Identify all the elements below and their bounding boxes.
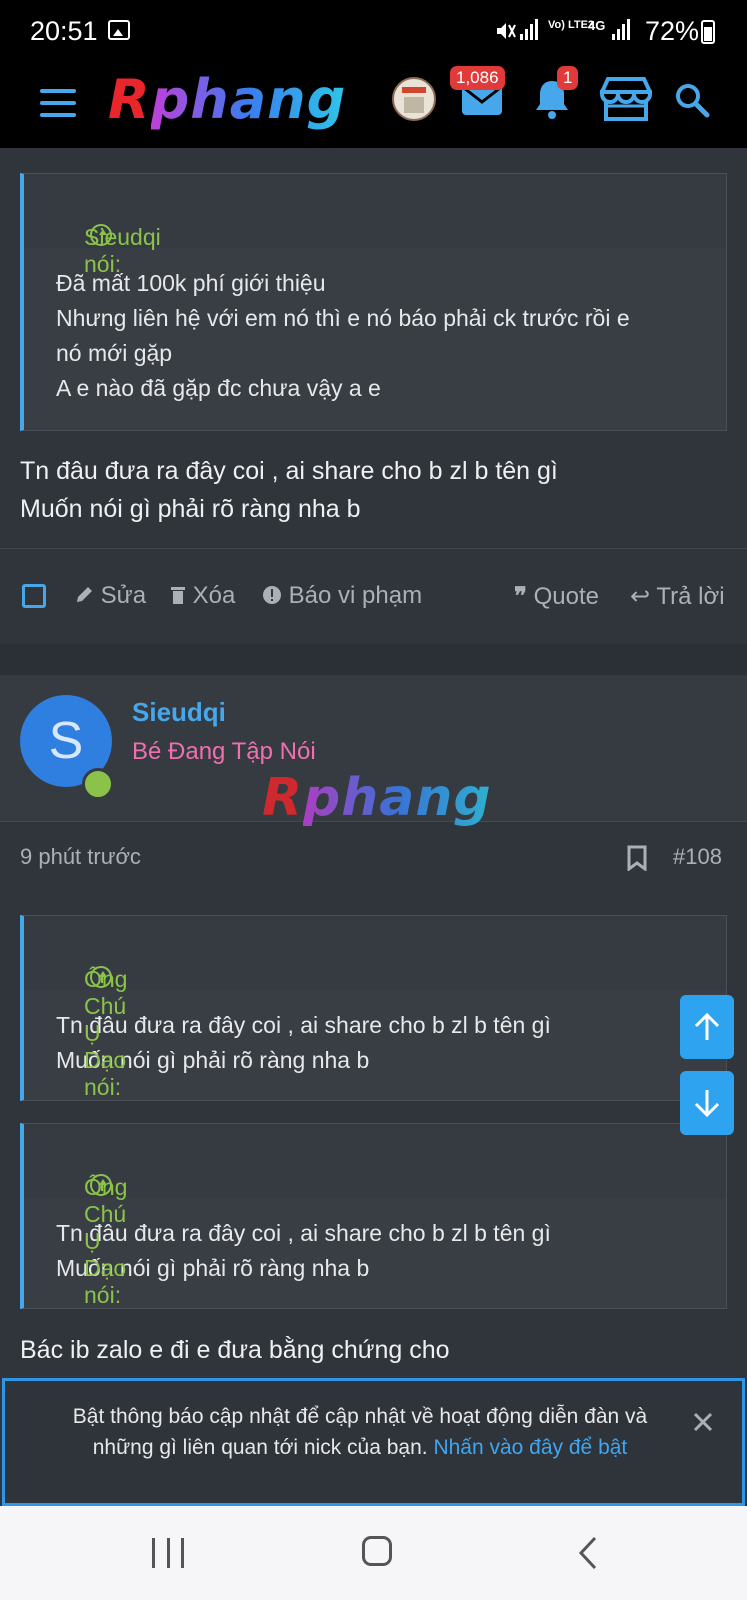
battery-percent: 72% [645,16,700,46]
post-body-1: Tn đâu đưa ra đây coi , ai share cho b z… [20,457,558,523]
post-number[interactable]: #108 [673,844,722,870]
recent-apps-icon[interactable] [152,1538,184,1568]
quote-line: Tn đâu đưa ra đây coi , ai share cho b z… [56,1220,551,1246]
enable-notifications-link[interactable]: Nhấn vào đây để bật [433,1436,627,1459]
post-time[interactable]: 9 phút trước [20,844,141,870]
quote-line: Tn đâu đưa ra đây coi , ai share cho b z… [56,1012,551,1038]
arrow-up-icon [694,1012,720,1040]
user-avatar[interactable] [392,77,436,121]
push-notification-banner: Bật thông báo cập nhật để cập nhật về ho… [2,1378,745,1506]
arrow-down-icon [694,1090,720,1118]
online-status-icon [82,768,114,800]
quote-line: nó mới gặp [56,340,173,366]
scroll-bottom-button[interactable] [680,1071,734,1135]
quote-block-3: Ông Chú Ụ Dạo nói: Tn đâu đưa ra đây coi… [20,1123,727,1309]
status-bar: 20:51 Vo) LTE2 4G 72% [0,0,747,64]
pencil-icon [77,587,92,602]
report-button[interactable]: Báo vi phạm [262,582,422,610]
home-icon[interactable] [362,1536,392,1566]
quote-line: Muốn nói gì phải rõ ràng nha b [56,1255,370,1281]
quote-block-2: Ông Chú Ụ Dạo nói: Tn đâu đưa ra đây coi… [20,915,727,1101]
alerts-badge: 1 [557,66,579,90]
close-icon[interactable] [692,1411,714,1433]
jump-up-icon [90,1174,112,1196]
back-icon[interactable] [578,1536,598,1570]
search-icon[interactable] [674,82,710,118]
scroll-top-button[interactable] [680,995,734,1059]
user-title: Bé Đang Tập Nói [132,738,316,765]
site-logo[interactable]: Rphang [108,68,346,131]
signal-1-icon [520,18,538,40]
quote-icon: ❞ [514,583,527,610]
messages-badge: 1,086 [450,66,505,90]
post-body-2: Bác ib zalo e đi e đưa bằng chứng cho [20,1336,450,1364]
menu-icon[interactable] [40,89,76,117]
quote-block-1: Sieudqi nói: Đã mất 100k phí giới thiệu … [20,173,727,431]
quote-line: Nhưng liên hệ với em nó thì e nó báo phả… [56,305,630,331]
reply-button[interactable]: ↩ Trả lời [630,582,725,611]
network-label: 4G [588,18,606,33]
system-nav-bar [0,1506,747,1600]
select-checkbox[interactable] [22,584,46,608]
battery-icon [701,20,715,44]
store-icon[interactable] [598,76,654,122]
mute-icon [497,23,516,39]
gallery-notification-icon [108,20,130,40]
reply-icon: ↩ [630,583,651,610]
bookmark-icon[interactable] [627,845,647,871]
jump-up-icon [90,966,112,988]
divider [0,548,747,549]
delete-button[interactable]: Xóa [170,582,235,610]
jump-up-icon [90,224,112,246]
signal-2-icon [612,18,630,40]
trash-icon [171,587,185,604]
quote-line: A e nào đã gặp đc chưa vậy a e [56,375,381,401]
watermark-logo: Rphang [262,768,492,828]
post-actions-1: Sửa Xóa Báo vi phạm ❞ Quote ↩ Trả lời [0,550,747,644]
quote-line: Muốn nói gì phải rõ ràng nha b [56,1047,370,1073]
username[interactable]: Sieudqi [132,697,226,728]
edit-button[interactable]: Sửa [74,582,146,610]
status-time: 20:51 [30,16,98,46]
warning-icon [263,586,281,604]
quote-button[interactable]: ❞ Quote [514,582,599,611]
